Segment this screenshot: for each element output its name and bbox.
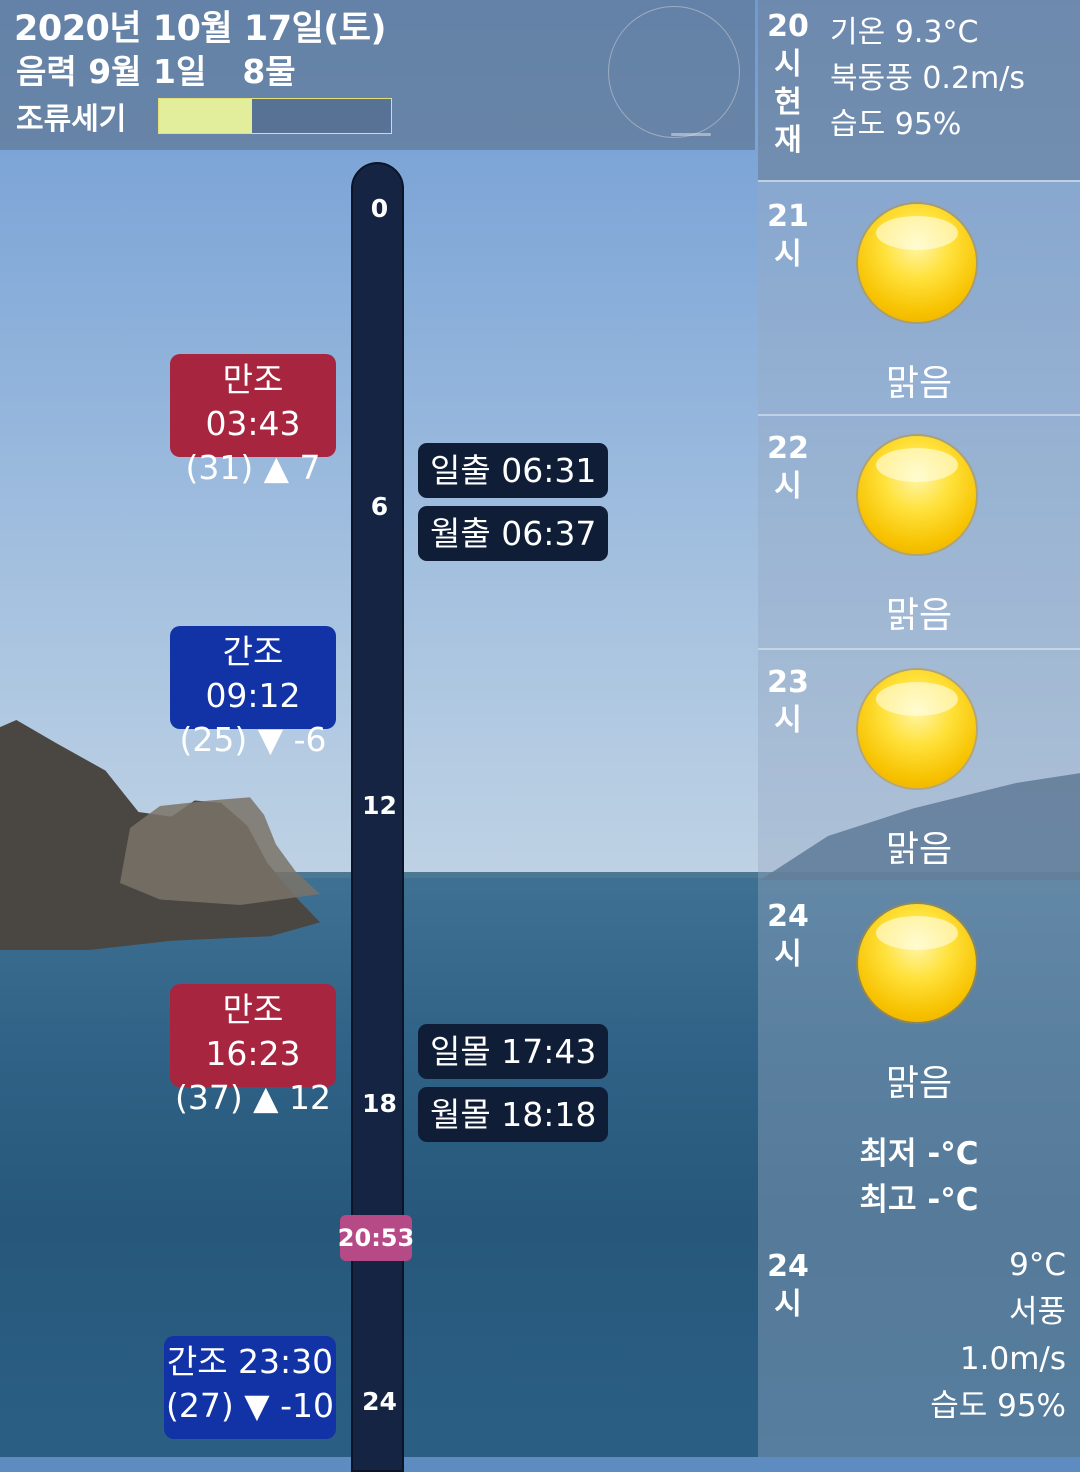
tide-low-2[interactable]: 간조 23:30 (27) ▼ -10: [164, 1336, 336, 1439]
lunar-date: 음력 9월 1일 8물: [16, 45, 296, 93]
mul-count: 8물: [242, 52, 296, 91]
moon-phase-icon: [608, 6, 740, 138]
forecast-hour: 23 시: [758, 664, 818, 740]
tomorrow-wind-speed: 1.0m/s: [959, 1341, 1066, 1377]
date-title: 2020년 10월 17일(토): [14, 9, 387, 49]
weather-panel: 20 시 현 재 기온 9.3°C 북동풍 0.2m/s 습도 95% 21 시…: [758, 0, 1080, 1457]
tide-level: (37) ▲ 12: [174, 1078, 332, 1117]
sun-icon: [858, 670, 976, 788]
current-time-marker: 20:53: [338, 1215, 414, 1261]
forecast-condition: 맑음: [885, 829, 953, 870]
lunar-date-text: 음력 9월 1일: [16, 52, 207, 91]
current-temp: 기온 9.3°C: [830, 15, 979, 50]
hourly-forecast-23: 23 시 맑음: [758, 650, 1080, 882]
forecast-hour-number: 24: [767, 1249, 809, 1284]
sun-icon: [858, 436, 976, 554]
forecast-hour: 24 시: [758, 1248, 818, 1324]
forecast-hour-unit: 시: [774, 937, 802, 972]
tide-strength-label: 조류세기: [16, 102, 127, 137]
tide-high-1[interactable]: 만조 03:43 (31) ▲ 7: [170, 354, 336, 487]
tide-strength-fill: [159, 99, 252, 133]
current-info: 기온 9.3°C 북동풍 0.2m/s 습도 95%: [830, 10, 1025, 148]
current-weather: 20 시 현 재 기온 9.3°C 북동풍 0.2m/s 습도 95%: [758, 0, 1080, 182]
forecast-hour-unit: 시: [774, 703, 802, 738]
tide-time: 간조 09:12: [205, 632, 301, 715]
tide-time: 만조 03:43: [205, 360, 301, 443]
tomorrow-wind-dir: 서풍: [1008, 1294, 1066, 1330]
moonset-box: 월몰 18:18: [418, 1087, 609, 1142]
tide-level: (27) ▼ -10: [166, 1386, 334, 1425]
sun-icon: [858, 904, 976, 1022]
forecast-hour-unit: 시: [774, 469, 802, 504]
tide-time: 간조 23:30: [166, 1342, 334, 1381]
forecast-hour-unit: 시: [774, 1287, 802, 1322]
sunset-box: 일몰 17:43: [418, 1024, 609, 1079]
current-hour: 20: [767, 9, 809, 44]
tide-high-2[interactable]: 만조 16:23 (37) ▲ 12: [170, 984, 336, 1117]
tomorrow-forecast: 24 시 9°C 서풍 1.0m/s 습도 95%: [758, 1236, 1080, 1457]
forecast-condition: 맑음: [885, 363, 953, 404]
current-label-2: 재: [774, 123, 802, 158]
tide-time: 만조 16:23: [205, 990, 301, 1073]
tomorrow-details: 9°C 서풍 1.0m/s 습도 95%: [930, 1242, 1066, 1430]
sunrise-box: 일출 06:31: [418, 443, 609, 498]
hourly-forecast-24: 24 시 맑음 최저 -°C 최고 -°C: [758, 884, 1080, 1234]
tomorrow-humidity: 습도 95%: [930, 1388, 1066, 1424]
forecast-hour-unit: 시: [774, 237, 802, 272]
tomorrow-temp: 9°C: [1009, 1247, 1066, 1283]
timeline-hour-0: 0: [370, 194, 389, 223]
current-wind: 북동풍 0.2m/s: [830, 61, 1026, 96]
max-temp: 최고 -°C: [859, 1182, 979, 1218]
timeline-hour-24: 24: [362, 1387, 397, 1416]
tide-low-1[interactable]: 간조 09:12 (25) ▼ -6: [170, 626, 336, 759]
forecast-hour: 21 시: [758, 198, 818, 274]
timeline-hour-6: 6: [370, 492, 389, 521]
tide-strength-bar: [158, 98, 392, 134]
day-timeline: 0 6 12 18 24: [351, 162, 404, 1472]
current-label-1: 현: [774, 85, 802, 120]
timeline-hour-18: 18: [362, 1089, 397, 1118]
min-temp: 최저 -°C: [859, 1136, 979, 1172]
hourly-forecast-22: 22 시 맑음: [758, 416, 1080, 650]
current-hour-label: 20 시 현 재: [758, 8, 818, 160]
hourly-forecast-21: 21 시 맑음: [758, 182, 1080, 416]
forecast-hour-number: 24: [767, 899, 809, 934]
current-humidity: 습도 95%: [830, 107, 962, 142]
forecast-hour: 22 시: [758, 430, 818, 506]
forecast-condition: 맑음: [885, 1063, 953, 1104]
forecast-hour-number: 23: [767, 665, 809, 700]
forecast-condition: 맑음: [885, 595, 953, 636]
tide-level: (31) ▲ 7: [185, 448, 321, 487]
forecast-hour-number: 22: [767, 431, 809, 466]
timeline-hour-12: 12: [362, 791, 397, 820]
forecast-hour-number: 21: [767, 199, 809, 234]
header-panel: 2020년 10월 17일(토) 음력 9월 1일 8물 조류세기: [0, 0, 755, 150]
moonrise-box: 월출 06:37: [418, 506, 609, 561]
current-hour-unit: 시: [774, 47, 802, 82]
forecast-hour: 24 시: [758, 898, 818, 974]
tide-level: (25) ▼ -6: [179, 720, 327, 759]
sun-icon: [858, 204, 976, 322]
